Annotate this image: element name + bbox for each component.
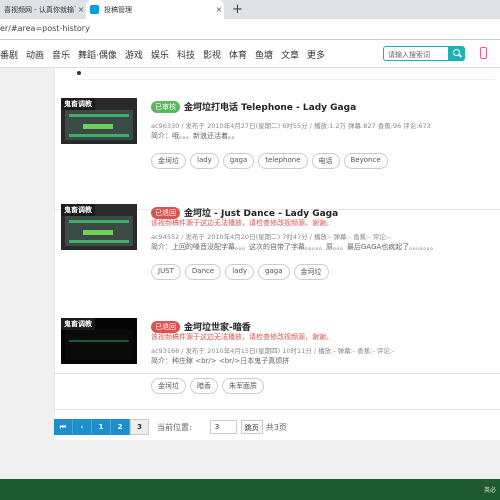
tag-list: 金坷垃 lady gaga telephone 电话 Beyonce	[151, 153, 388, 169]
site-nav: 番剧 动画 音乐 舞蹈·偶像 游戏 娱乐 科技 影视 体育 鱼塘 文章 更多 请…	[0, 40, 500, 68]
post-meta: ac93166 / 发布于 2010年4月15日(星期四) 10时11分 / 播…	[151, 347, 395, 355]
browser-tab-bar: 喜视频网 - 认真你就输了 × 投稿管理 × +	[0, 0, 500, 19]
os-taskbar: 英必	[0, 479, 500, 500]
post-meta: ac94552 / 发布于 2010年4月20日(星期二) 7时47分 / 播放…	[151, 233, 391, 241]
nav-item-bangumi[interactable]: 番剧	[0, 48, 18, 61]
status-badge: 已退回	[151, 320, 180, 333]
thumbnail-caption: 鬼畜调教	[61, 98, 95, 110]
tag[interactable]: gaga	[222, 153, 255, 169]
total-pages: 共3页	[265, 422, 287, 432]
tag[interactable]: Beyonce	[343, 153, 388, 169]
tag-list: 金坷垃 暗香 朱军面质	[151, 378, 264, 394]
browser-tab-site[interactable]: 喜视频网 - 认真你就输了 ×	[0, 0, 86, 19]
tab-label: 喜视频网 - 认真你就输了	[4, 5, 76, 14]
tag[interactable]: Dance	[184, 264, 222, 280]
previous-item-tail	[75, 68, 495, 80]
post-item: 鬼畜调教 已退回 金坷垃世家-暗香 该视频稿件源于这边无法播放，请检查修改视频源…	[55, 318, 500, 410]
close-icon[interactable]: ×	[76, 5, 86, 14]
thumbnail-caption: 鬼畜调教	[61, 318, 95, 330]
prev-page-button[interactable]: ‹	[73, 419, 92, 435]
tag[interactable]: lady	[190, 153, 219, 169]
search-input[interactable]: 请输入搜索词	[383, 46, 449, 61]
first-page-button[interactable]: ⏮	[54, 419, 73, 435]
thumbnail-caption: 鬼畜调教	[61, 204, 95, 216]
page-1-button[interactable]: 1	[92, 419, 111, 435]
mobile-icon[interactable]	[480, 47, 487, 59]
post-meta: ac96330 / 发布于 2010年4月27日(星期二) 6时55分 / 播放…	[151, 122, 431, 130]
status-badge: 已退回	[151, 206, 180, 219]
nav-item-entertainment[interactable]: 娱乐	[151, 48, 169, 61]
post-title[interactable]: 金坷垃打电话 Telephone - Lady Gaga	[184, 100, 356, 113]
nav-item-music[interactable]: 音乐	[52, 48, 70, 61]
post-description: 简介：种庄稼 <br/> <br/>日本鬼子真烦拼	[151, 357, 290, 365]
url-text[interactable]: er/#area=post-history	[0, 24, 90, 33]
tag[interactable]: lady	[225, 264, 255, 280]
nav-item-game[interactable]: 游戏	[125, 48, 143, 61]
post-title-row: 已审核 金坷垃打电话 Telephone - Lady Gaga	[151, 100, 356, 113]
video-thumbnail[interactable]: 鬼畜调教	[61, 318, 137, 364]
nav-item-dance[interactable]: 舞蹈·偶像	[78, 48, 117, 61]
video-thumbnail[interactable]: 鬼畜调教	[61, 98, 137, 144]
page-2-button[interactable]: 2	[111, 419, 130, 435]
rejection-reason: 该视频稿件源于这边无法播放，请检查修改视频源，谢谢。	[151, 219, 333, 227]
page-jump-input[interactable]: 3	[209, 420, 237, 434]
nav-item-articles[interactable]: 文章	[281, 48, 299, 61]
jump-page-button[interactable]: 跳页	[240, 420, 263, 434]
search-button[interactable]	[449, 46, 465, 61]
tag[interactable]: gaga	[258, 264, 290, 280]
nav-item-sports[interactable]: 体育	[229, 48, 247, 61]
post-description: 简介：哦。。。新浪还活着。。	[151, 132, 239, 140]
video-thumbnail[interactable]: 鬼畜调教	[61, 204, 137, 250]
pagination: ⏮ ‹ 1 2 3 当前位置: 3 跳页 共3页	[54, 419, 287, 435]
tag[interactable]: 金坷垃	[293, 264, 329, 280]
tag[interactable]: 暗香	[190, 378, 218, 394]
nav-item-film[interactable]: 影视	[203, 48, 221, 61]
page-3-current: 3	[130, 419, 149, 435]
nav-item-more[interactable]: 更多	[307, 48, 325, 61]
tag[interactable]: JUST	[151, 264, 181, 280]
tag[interactable]: telephone	[258, 153, 308, 169]
post-history-panel: 鬼畜调教 已审核 金坷垃打电话 Telephone - Lady Gaga ac…	[54, 68, 500, 440]
nav-item-anime[interactable]: 动画	[26, 48, 44, 61]
nav-menu: 番剧 动画 音乐 舞蹈·偶像 游戏 娱乐 科技 影视 体育 鱼塘 文章 更多	[0, 48, 325, 61]
tag[interactable]: 金坷垃	[151, 153, 186, 169]
system-tray: 英必	[483, 487, 496, 494]
tag-list: JUST Dance lady gaga 金坷垃	[151, 264, 329, 280]
post-item: 鬼畜调教 已审核 金坷垃打电话 Telephone - Lady Gaga ac…	[55, 98, 500, 210]
new-tab-button[interactable]: +	[232, 2, 243, 17]
rejection-reason: 该视频稿件源于这边无法播放，请检查修改视频源，谢谢。	[151, 333, 333, 341]
browser-tab-post-manage[interactable]: 投稿管理 ×	[86, 0, 224, 19]
tag[interactable]: 电话	[311, 153, 340, 169]
nav-item-tech[interactable]: 科技	[177, 48, 195, 61]
tag[interactable]: 金坷垃	[151, 378, 186, 394]
address-bar[interactable]: er/#area=post-history	[0, 19, 500, 40]
site-favicon-icon	[90, 5, 99, 14]
post-description: 简介：上回的嗓音没配字幕。。。这次的自带了字幕。。。。。原。。。最后GAGA也疯…	[151, 243, 438, 251]
tag[interactable]: 朱军面质	[222, 378, 264, 394]
status-badge: 已审核	[151, 100, 180, 113]
nav-item-fishpond[interactable]: 鱼塘	[255, 48, 273, 61]
tab-label: 投稿管理	[104, 5, 132, 14]
current-position-label: 当前位置:	[157, 422, 192, 432]
close-icon[interactable]: ×	[214, 5, 224, 14]
